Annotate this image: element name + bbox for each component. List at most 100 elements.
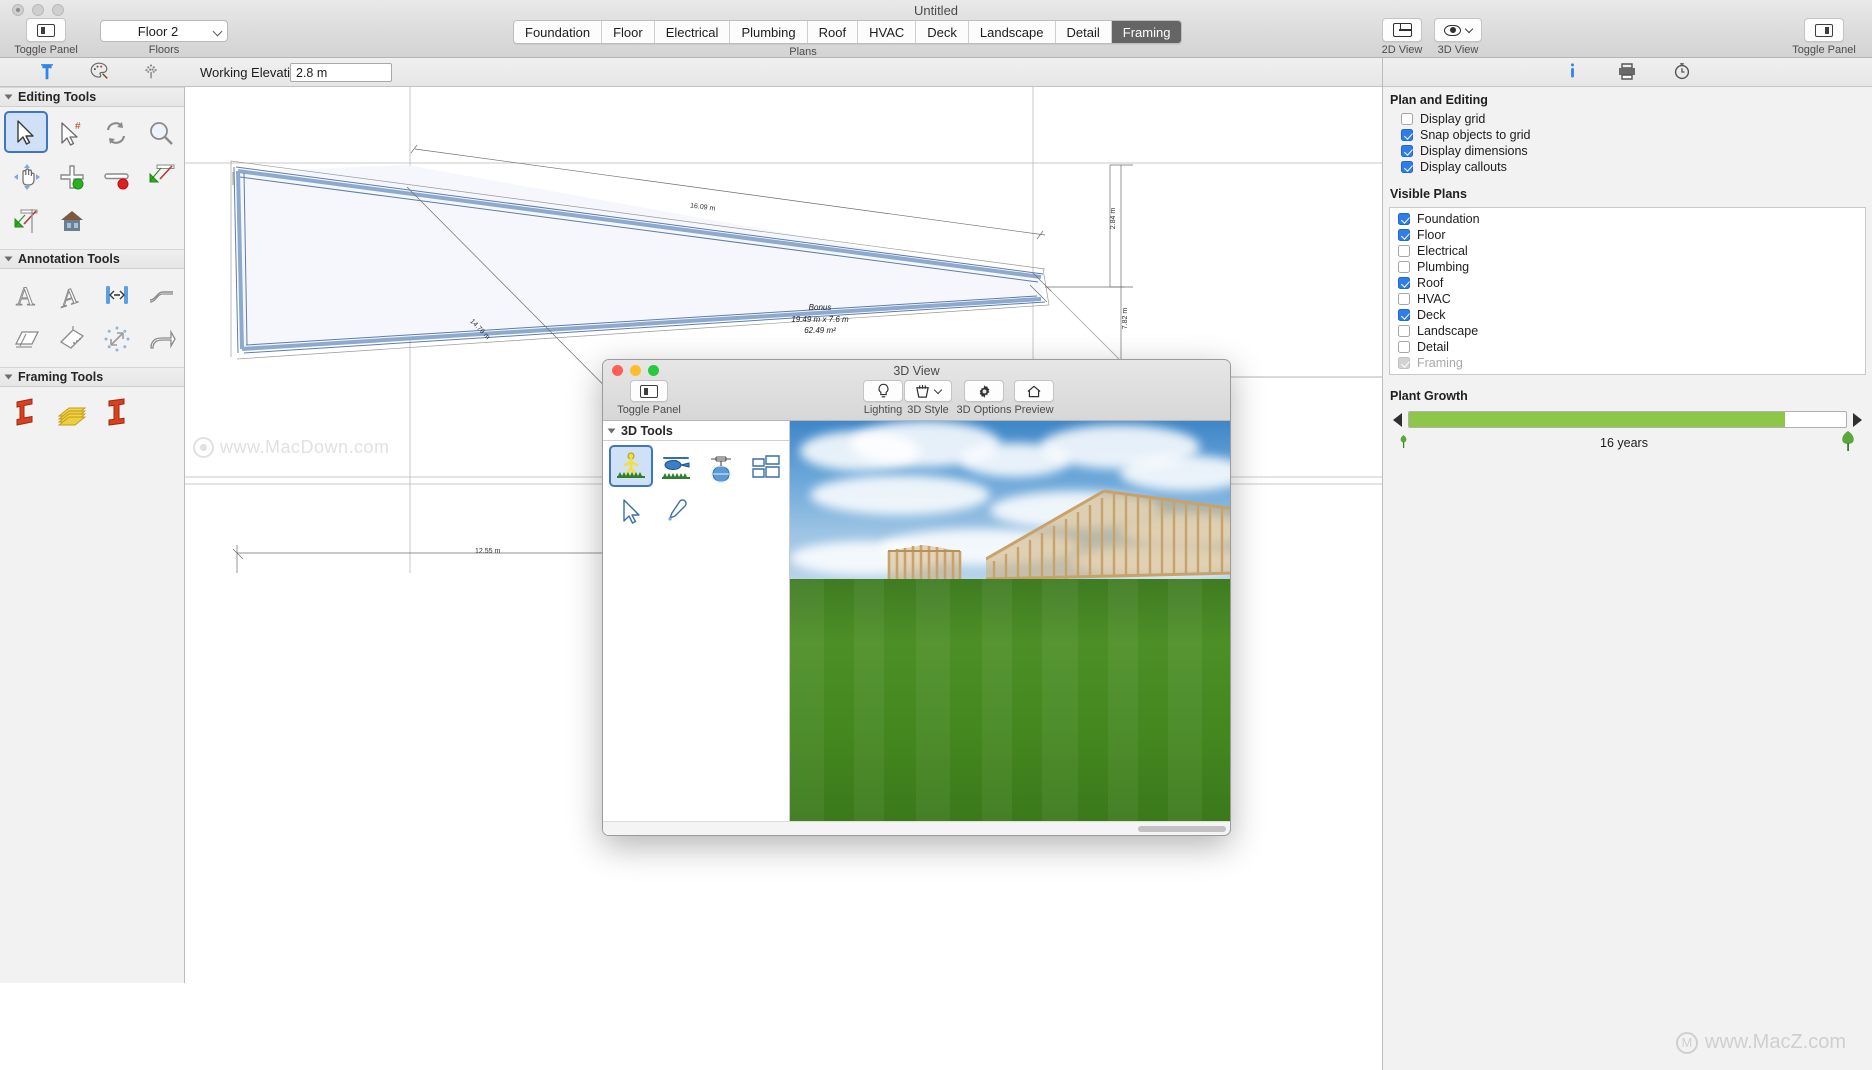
pan-tool[interactable] [4, 155, 49, 199]
select-arrow-tool[interactable] [4, 111, 48, 153]
plant-growth-increase-arrow[interactable] [1853, 412, 1862, 427]
plan-editing-option-display-callouts[interactable]: Display callouts [1383, 159, 1872, 174]
plan-tab-floor[interactable]: Floor [602, 21, 655, 43]
view-3d-group[interactable]: 3D View [1430, 18, 1486, 56]
plan-editing-option-snap-objects-to-grid[interactable]: Snap objects to grid [1383, 127, 1872, 142]
section-header-editing-tools[interactable]: Editing Tools [0, 87, 184, 107]
preview-button[interactable] [1014, 380, 1054, 402]
checkbox-icon[interactable] [1398, 260, 1410, 273]
eyedropper-tool[interactable] [654, 489, 699, 533]
view-2d-button[interactable] [1382, 18, 1422, 42]
plant-growth-track[interactable] [1408, 411, 1847, 428]
visible-plan-foundation[interactable]: Foundation [1390, 211, 1865, 226]
floors-select[interactable]: Floor 2 [100, 20, 228, 42]
plan-editing-option-display-dimensions[interactable]: Display dimensions [1383, 143, 1872, 158]
options-3d-button[interactable] [964, 380, 1004, 402]
checkbox-icon[interactable] [1398, 228, 1410, 241]
plan-tab-plumbing[interactable]: Plumbing [730, 21, 808, 43]
plan-tab-deck[interactable]: Deck [916, 21, 969, 43]
disclosure-triangle-icon[interactable] [4, 94, 13, 100]
style-3d-button[interactable] [904, 380, 952, 402]
disclosure-triangle-icon[interactable] [4, 256, 13, 262]
checkbox-icon[interactable] [1398, 212, 1410, 225]
scrollbar-thumb[interactable] [1138, 826, 1226, 832]
join-wall-tool[interactable] [4, 199, 49, 243]
select-3d-tool[interactable] [609, 489, 654, 533]
i-beam-tool[interactable] [4, 391, 49, 435]
disclosure-triangle-icon[interactable] [607, 428, 616, 433]
orbit-globe-tool[interactable] [698, 445, 743, 489]
plan-tab-electrical[interactable]: Electrical [654, 21, 731, 43]
info-tab[interactable] [1564, 62, 1581, 82]
plan-tabs[interactable]: Foundation Floor Electrical Plumbing Roof HVA… [513, 20, 1183, 44]
plan-tab-landscape[interactable]: Landscape [968, 21, 1056, 43]
plant-growth-slider[interactable] [1383, 407, 1872, 428]
toggle-panel-right-button[interactable] [1804, 18, 1844, 42]
plan-view-tool[interactable] [743, 445, 788, 489]
area-annotation-tool[interactable] [4, 317, 49, 361]
style-3d-group[interactable]: 3D Style [900, 380, 956, 416]
checkbox-icon[interactable] [1401, 128, 1413, 141]
plan-tab-foundation[interactable]: Foundation [514, 21, 603, 43]
break-wall-tool[interactable] [139, 155, 184, 199]
inspector-tabs[interactable] [1383, 58, 1872, 87]
checkbox-icon[interactable] [1401, 160, 1413, 173]
lighting-button[interactable] [863, 380, 903, 402]
mode-button-group[interactable] [36, 60, 162, 85]
select-multiple-tool[interactable]: # [48, 111, 93, 155]
helicopter-tool[interactable] [653, 445, 698, 489]
plan-tab-roof[interactable]: Roof [807, 21, 859, 43]
view-2d-group[interactable]: 2D View [1376, 18, 1428, 56]
checkbox-icon[interactable] [1398, 340, 1410, 353]
viewport-3d-scrollbar[interactable] [603, 821, 1230, 835]
visible-plan-floor[interactable]: Floor [1390, 227, 1865, 242]
rotate-tool[interactable] [93, 111, 138, 155]
history-tab[interactable] [1673, 62, 1691, 83]
checkbox-icon[interactable] [1398, 324, 1410, 337]
palette-icon[interactable] [88, 60, 110, 85]
checkbox-icon[interactable] [1398, 244, 1410, 257]
remove-point-tool[interactable] [94, 155, 139, 199]
toggle-panel-3d-group[interactable]: Toggle Panel [613, 380, 685, 416]
toggle-panel-left-button[interactable] [26, 18, 66, 42]
preview-group[interactable]: Preview [1005, 380, 1063, 416]
slope-annotation-tool[interactable] [49, 317, 94, 361]
checkbox-icon[interactable] [1401, 112, 1413, 125]
plant-growth-decrease-arrow[interactable] [1393, 412, 1402, 427]
walkthrough-tool[interactable] [609, 445, 653, 487]
rotation-annotation-tool[interactable] [94, 317, 139, 361]
checkbox-icon[interactable] [1401, 144, 1413, 157]
viewport-3d[interactable] [790, 421, 1230, 835]
section-header-framing-tools[interactable]: Framing Tools [0, 367, 184, 387]
toggle-panel-right-group[interactable]: Toggle Panel [1786, 18, 1862, 56]
disclosure-triangle-icon[interactable] [4, 374, 13, 380]
plan-tab-detail[interactable]: Detail [1055, 21, 1112, 43]
plan-tab-hvac[interactable]: HVAC [858, 21, 917, 43]
leader-line-tool[interactable] [139, 273, 184, 317]
plan-editing-option-display-grid[interactable]: Display grid [1383, 111, 1872, 126]
visible-plan-detail[interactable]: Detail [1390, 339, 1865, 354]
section-header-annotation-tools[interactable]: Annotation Tools [0, 249, 184, 269]
working-elevation-input[interactable]: 2.8 m [290, 63, 392, 82]
section-header-3d-tools[interactable]: 3D Tools [603, 421, 789, 441]
dimension-tool[interactable] [94, 273, 139, 317]
visible-plan-hvac[interactable]: HVAC [1390, 291, 1865, 306]
view-3d-button[interactable] [1434, 18, 1482, 42]
checkbox-icon[interactable] [1398, 292, 1410, 305]
column-tool[interactable] [94, 391, 139, 435]
text-tool[interactable]: A [4, 273, 49, 317]
checkbox-icon[interactable] [1398, 308, 1410, 321]
zoom-tool[interactable] [138, 111, 183, 155]
print-tab[interactable] [1617, 62, 1637, 83]
visible-plan-deck[interactable]: Deck [1390, 307, 1865, 322]
house-tool[interactable] [49, 199, 94, 243]
hammer-icon[interactable] [36, 60, 58, 85]
visible-plan-plumbing[interactable]: Plumbing [1390, 259, 1865, 274]
plan-tab-framing[interactable]: Framing [1111, 21, 1182, 43]
visible-plan-landscape[interactable]: Landscape [1390, 323, 1865, 338]
tree-icon[interactable] [140, 60, 162, 85]
callout-tool[interactable] [139, 317, 184, 361]
toggle-panel-left-group[interactable]: Toggle Panel [10, 18, 82, 56]
add-point-tool[interactable] [49, 155, 94, 199]
toggle-panel-3d-button[interactable] [630, 380, 668, 402]
